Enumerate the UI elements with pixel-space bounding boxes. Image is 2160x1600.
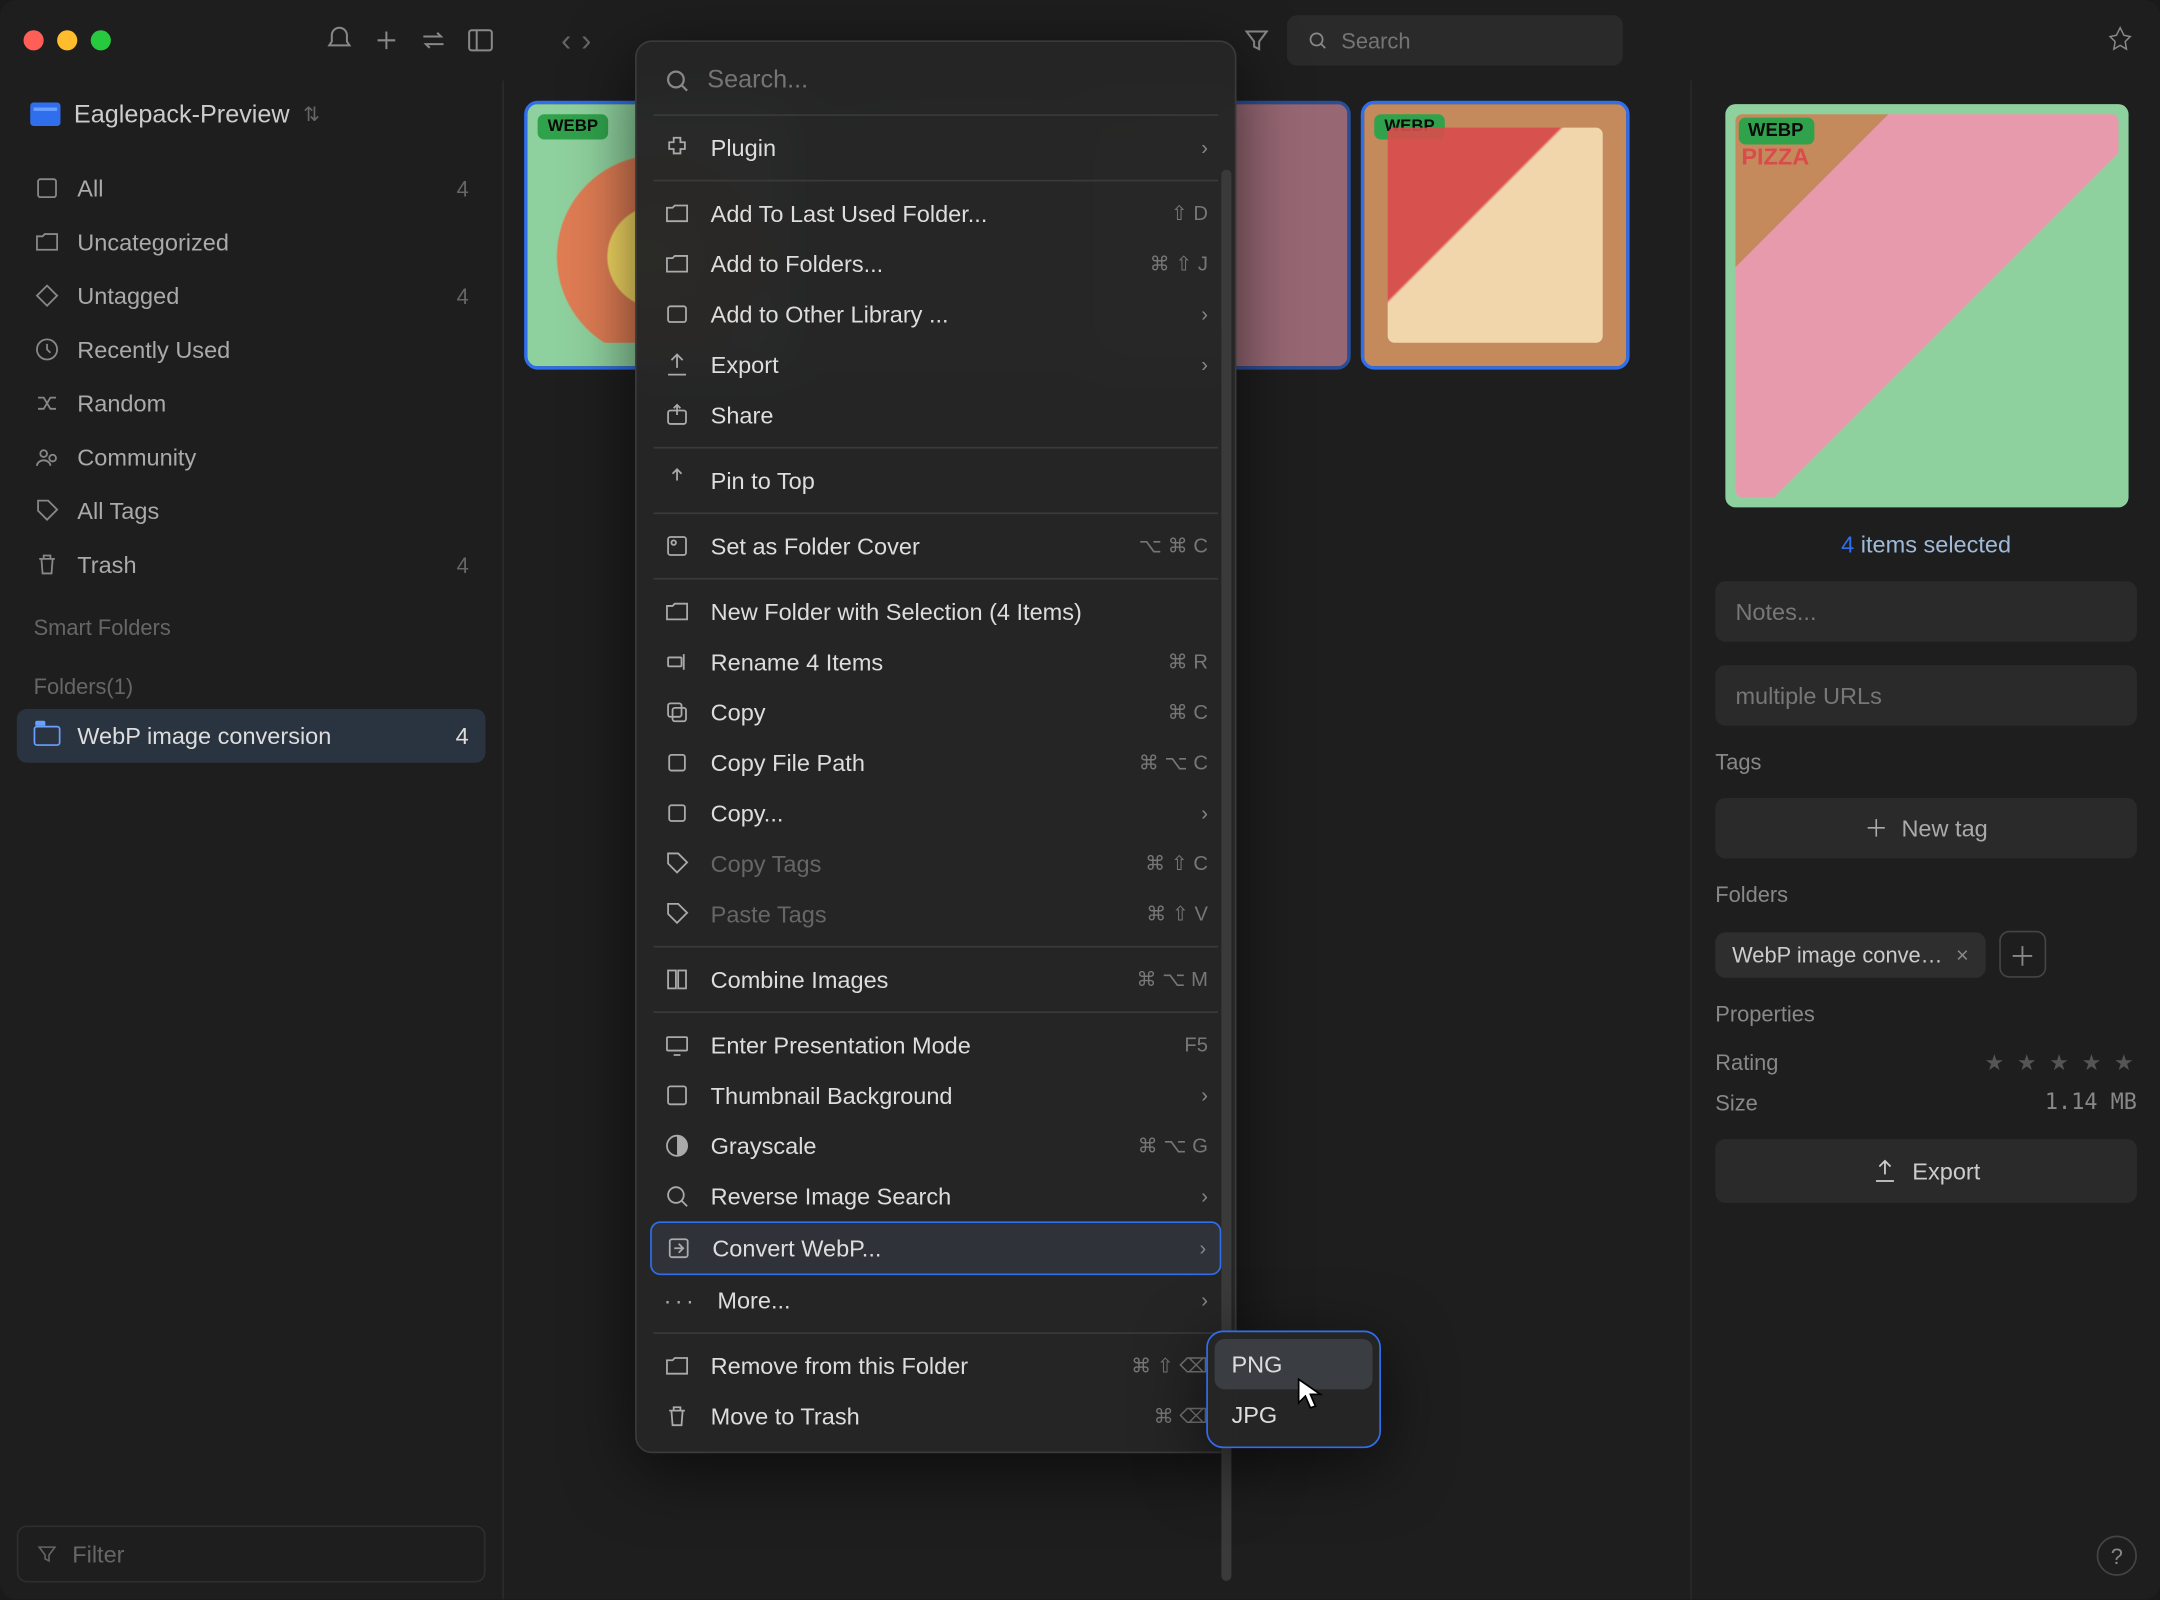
sidebar-item-community[interactable]: Community <box>17 430 486 484</box>
ellipsis-icon: ··· <box>664 1287 698 1314</box>
menu-copy-path[interactable]: Copy File Path⌘ ⌥ C <box>637 738 1235 788</box>
menu-more[interactable]: ···More...› <box>637 1275 1235 1325</box>
rating-stars[interactable]: ★ ★ ★ ★ ★ <box>1985 1050 2137 1077</box>
menu-grayscale[interactable]: Grayscale⌘ ⌥ G <box>637 1121 1235 1171</box>
menu-presentation[interactable]: Enter Presentation ModeF5 <box>637 1020 1235 1070</box>
bell-icon[interactable] <box>323 24 357 58</box>
format-badge: WEBP <box>1738 118 1814 145</box>
sidebar-item-uncategorized[interactable]: Uncategorized <box>17 215 486 269</box>
chevron-right-icon: › <box>1201 136 1208 160</box>
help-button[interactable]: ? <box>2097 1536 2137 1576</box>
size-label: Size <box>1715 1090 1757 1115</box>
sidebar-item-trash[interactable]: Trash4 <box>17 538 486 592</box>
folders-label: Folders <box>1715 882 2137 907</box>
menu-copy-more[interactable]: Copy...› <box>637 788 1235 838</box>
search-icon <box>1307 29 1328 53</box>
menu-pin-top[interactable]: Pin to Top <box>637 455 1235 505</box>
menu-combine[interactable]: Combine Images⌘ ⌥ M <box>637 954 1235 1004</box>
menu-remove-folder[interactable]: Remove from this Folder⌘ ⇧ ⌫ <box>637 1341 1235 1391</box>
folder-icon <box>34 726 61 746</box>
menu-add-last-folder[interactable]: Add To Last Used Folder...⇧ D <box>637 188 1235 238</box>
sidebar-toggle-icon[interactable] <box>464 24 498 58</box>
export-button[interactable]: Export <box>1715 1139 2137 1203</box>
plus-icon: ＋ <box>1864 811 1888 845</box>
nav-forward-icon[interactable]: › <box>581 23 591 58</box>
menu-share[interactable]: Share <box>637 390 1235 440</box>
remove-chip-icon[interactable]: × <box>1956 942 1969 967</box>
menu-add-other-library[interactable]: Add to Other Library ...› <box>637 289 1235 339</box>
sidebar-item-all-tags[interactable]: All Tags <box>17 484 486 538</box>
nav-label: All <box>77 175 103 202</box>
context-search[interactable] <box>637 52 1235 107</box>
nav-back-icon[interactable]: ‹ <box>561 23 571 58</box>
notes-field[interactable]: Notes... <box>1715 581 2137 641</box>
filter-input[interactable]: Filter <box>17 1525 486 1582</box>
transfer-icon[interactable] <box>417 24 451 58</box>
close-window-icon[interactable] <box>24 30 44 50</box>
sidebar-item-all[interactable]: All 4 <box>17 161 486 215</box>
menu-plugin[interactable]: Plugin› <box>637 123 1235 173</box>
minimize-window-icon[interactable] <box>57 30 77 50</box>
library-name: Eaglepack-Preview <box>74 100 290 129</box>
submenu-png[interactable]: PNG <box>1215 1339 1373 1389</box>
menu-copy[interactable]: Copy⌘ C <box>637 687 1235 737</box>
add-folder-button[interactable]: ＋ <box>1999 931 2046 978</box>
properties-label: Properties <box>1715 1001 2137 1026</box>
menu-rename[interactable]: Rename 4 Items⌘ R <box>637 637 1235 687</box>
menu-reverse-search[interactable]: Reverse Image Search› <box>637 1171 1235 1221</box>
window-traffic-lights[interactable] <box>24 30 111 50</box>
thumbnail[interactable]: WEBP <box>1361 101 1630 370</box>
convert-submenu[interactable]: PNG JPG <box>1206 1331 1381 1449</box>
library-selector[interactable]: Eaglepack-Preview ⇅ <box>17 81 486 148</box>
menu-paste-tags[interactable]: Paste Tags⌘ ⇧ V <box>637 889 1235 939</box>
menu-move-trash[interactable]: Move to Trash⌘ ⌫ <box>637 1391 1235 1441</box>
sidebar-item-recent[interactable]: Recently Used <box>17 323 486 377</box>
smart-folders-label: Smart Folders <box>17 591 486 650</box>
plus-icon[interactable] <box>370 24 404 58</box>
library-icon <box>30 102 60 126</box>
sidebar-item-random[interactable]: Random <box>17 376 486 430</box>
submenu-jpg[interactable]: JPG <box>1208 1389 1379 1439</box>
pin-icon[interactable] <box>2103 24 2137 58</box>
selection-count: 4 items selected <box>1715 531 2137 558</box>
sidebar-folder-webp[interactable]: WebP image conversion 4 <box>17 709 486 763</box>
folders-label: Folders(1) <box>17 650 486 709</box>
menu-new-folder-selection[interactable]: New Folder with Selection (4 Items) <box>637 586 1235 636</box>
upload-icon <box>1872 1158 1899 1185</box>
filter-icon <box>35 1542 59 1566</box>
menu-thumb-bg[interactable]: Thumbnail Background› <box>637 1070 1235 1120</box>
nav-count: 4 <box>457 176 469 201</box>
new-tag-button[interactable]: ＋New tag <box>1715 798 2137 858</box>
search-icon <box>664 66 691 93</box>
rating-label: Rating <box>1715 1050 1778 1077</box>
folder-chip[interactable]: WebP image conve…× <box>1715 932 1985 977</box>
menu-copy-tags[interactable]: Copy Tags⌘ ⇧ C <box>637 838 1235 888</box>
tags-label: Tags <box>1715 749 2137 774</box>
sidebar: Eaglepack-Preview ⇅ All 4 Uncategorized U… <box>0 81 504 1600</box>
inspector-panel: WEBP PIZZA 4 items selected Notes... mul… <box>1690 81 2160 1600</box>
sidebar-item-untagged[interactable]: Untagged4 <box>17 269 486 323</box>
chevron-updown-icon: ⇅ <box>303 102 320 126</box>
urls-field[interactable]: multiple URLs <box>1715 665 2137 725</box>
size-value: 1.14 MB <box>2045 1090 2137 1115</box>
search-input[interactable] <box>1341 28 1602 53</box>
menu-add-folders[interactable]: Add to Folders...⌘ ⇧ J <box>637 239 1235 289</box>
search-box[interactable] <box>1287 15 1623 65</box>
menu-set-cover[interactable]: Set as Folder Cover⌥ ⌘ C <box>637 521 1235 571</box>
menu-export[interactable]: Export› <box>637 339 1235 389</box>
context-menu[interactable]: Plugin› Add To Last Used Folder...⇧ D Ad… <box>635 40 1236 1453</box>
preview-thumbnail[interactable]: WEBP PIZZA <box>1725 104 2128 507</box>
menu-convert-webp[interactable]: Convert WebP...› <box>650 1221 1221 1275</box>
filter-funnel-icon[interactable] <box>1240 24 1274 58</box>
zoom-window-icon[interactable] <box>91 30 111 50</box>
